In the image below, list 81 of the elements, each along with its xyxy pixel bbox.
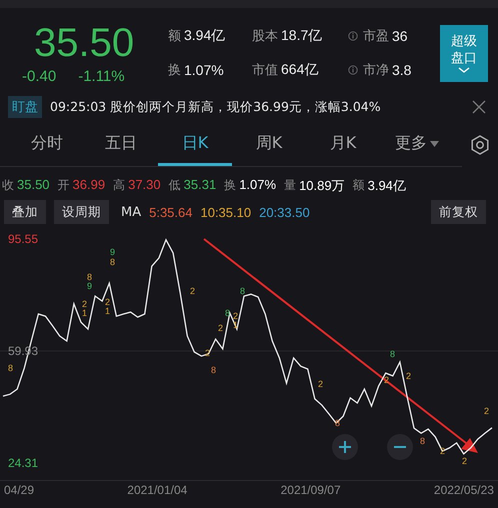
signal-mark: 8 [110,257,116,267]
chart-tab[interactable]: 更多 [380,124,454,166]
signal-mark: 8 [420,436,426,446]
toolbar-button[interactable]: 设周期 [54,200,109,224]
signal-mark: 9 [87,281,92,291]
chevron-down-icon [458,67,470,73]
close-icon[interactable] [472,100,486,114]
summary-label: 收 [2,177,14,194]
stat-value: 3.8 [392,62,412,78]
chart-tab[interactable]: 分时 [10,124,84,166]
signal-mark: 1 [233,320,238,330]
toolbar-button[interactable]: 叠加 [4,200,46,224]
super-quote-button[interactable]: 超级盘口 [440,24,488,82]
axis-label: 04/29 [4,483,34,497]
adjust-button[interactable]: 前复权 [431,200,486,224]
summary-label: 高 [113,177,126,194]
zoom-out-button[interactable] [387,434,413,460]
signal-mark: 2 [218,323,224,333]
chart-tab[interactable]: 日K [158,124,232,166]
ma-value: 5:35.64 [149,204,192,220]
summary-label: 低 [168,177,181,194]
summary-value: 35.50 [17,177,50,194]
stat-label: 市值 [252,62,278,79]
summary-label: 换 [224,177,236,194]
signal-mark: 1 [105,306,110,316]
stat-label: 市盈 [363,28,389,45]
ma-label: MA [121,204,142,220]
signal-mark: 8 [211,365,216,375]
chart-tab[interactable]: 周K [232,124,306,166]
signal-mark: 2 [105,297,110,307]
zoom-in-button[interactable] [332,434,358,460]
signal-mark: 8 [8,363,14,373]
signal-mark: 2 [190,286,196,296]
signal-mark: 8 [87,272,92,282]
summary-label: 额 [352,177,365,194]
info-icon[interactable] [348,65,358,75]
stat-label: 换 [168,62,181,79]
ma-value: 20:33.50 [259,204,310,220]
signal-mark: 2 [318,379,324,389]
dropdown-icon [430,140,439,146]
axis-label: 2021/01/04 [127,483,188,497]
summary-value: 3.94亿 [368,177,406,195]
summary-value: 10.89万 [299,177,345,195]
alert-text: 09:25:03 股价创两个月新高，现价36.99元，涨幅3.04% [50,98,382,116]
ma-value: 10:35.10 [200,204,252,220]
price-value: 35.50 [33,22,134,64]
signal-mark: 2 [484,406,490,416]
signal-mark: 2 [82,299,88,309]
stat-value: 1.07% [184,62,224,78]
axis-label: 2021/09/07 [280,483,341,497]
stat-label: 股本 [252,28,278,45]
axis-label: 24.31 [8,456,38,470]
summary-value: 35.31 [184,177,216,194]
axis-label: 95.55 [8,232,38,246]
summary-label: 量 [284,177,296,194]
stat-value: 36 [392,28,408,44]
signal-mark: 8 [240,286,246,296]
watch-badge: 盯盘 [8,96,42,118]
stat-value: 664亿 [281,61,318,79]
signal-mark: 1 [82,308,88,318]
percent-change: -1.11% [78,68,125,84]
chart-tab[interactable]: 五日 [84,124,158,166]
signal-mark: 2 [406,371,412,381]
summary-label: 开 [58,177,70,194]
signal-mark: 2 [233,311,238,321]
info-icon[interactable] [348,31,358,41]
signal-mark: 8 [390,349,396,359]
price-change: -0.40 [22,68,56,84]
signal-mark: 9 [110,247,116,257]
signal-mark: 2 [462,456,468,466]
summary-value: 36.99 [72,177,106,194]
chart-tab[interactable]: 月K [306,124,380,166]
axis-label: 2022/05/23 [434,483,494,497]
stat-label: 额 [168,28,181,45]
stat-value: 18.7亿 [281,27,322,45]
summary-value: 1.07% [239,177,276,194]
settings-icon[interactable] [470,135,490,155]
signal-mark: 2 [384,375,390,385]
stat-value: 3.94亿 [184,27,226,45]
stat-label: 市净 [363,62,389,79]
summary-value: 37.30 [128,177,161,194]
